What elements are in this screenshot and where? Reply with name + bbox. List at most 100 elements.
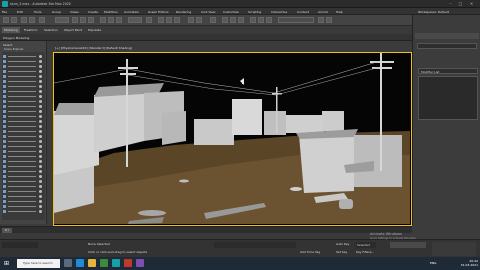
app-taskbar-icon[interactable]	[136, 259, 144, 267]
redo-icon[interactable]	[11, 17, 17, 23]
tree-row[interactable]	[3, 64, 44, 68]
move-icon[interactable]	[100, 17, 106, 23]
rendered-frame-window-icon[interactable]	[258, 17, 264, 23]
tree-row[interactable]	[3, 184, 44, 188]
modifier-list-dropdown[interactable]: Modifier List	[418, 68, 478, 74]
maximize-icon[interactable]: □	[456, 1, 465, 7]
eye-icon[interactable]	[39, 184, 42, 188]
menu-create[interactable]: Create	[88, 10, 98, 14]
windows-start-icon[interactable]: ⊞	[4, 260, 11, 267]
material-editor-icon[interactable]	[238, 17, 244, 23]
chrome-icon[interactable]	[100, 259, 108, 267]
menu-views[interactable]: Views	[70, 10, 79, 14]
menu-arnold[interactable]: Arnold	[318, 10, 328, 14]
menu-scripting[interactable]: Scripting	[248, 10, 261, 14]
gear-icon[interactable]	[326, 17, 332, 23]
tree-row[interactable]	[3, 154, 44, 158]
tree-row[interactable]	[3, 144, 44, 148]
tree-row[interactable]	[3, 124, 44, 128]
eye-icon[interactable]	[39, 129, 42, 133]
playback-controls[interactable]	[390, 242, 426, 248]
eye-icon[interactable]	[39, 109, 42, 113]
tree-row[interactable]	[3, 209, 44, 213]
undo-icon[interactable]	[3, 17, 9, 23]
tree-row[interactable]	[3, 149, 44, 153]
tree-row[interactable]	[3, 199, 44, 203]
tree-row[interactable]	[3, 139, 44, 143]
tree-row[interactable]	[3, 189, 44, 193]
tree-row[interactable]	[3, 84, 44, 88]
scene-explorer-root[interactable]: Scene Explorer	[4, 48, 24, 51]
tab-freeform[interactable]: Freeform	[22, 27, 39, 33]
select-by-name-icon[interactable]	[80, 17, 86, 23]
task-view-icon[interactable]	[64, 259, 72, 267]
menu-rendering[interactable]: Rendering	[176, 10, 191, 14]
eye-icon[interactable]	[39, 124, 42, 128]
tree-row[interactable]	[3, 179, 44, 183]
eye-icon[interactable]	[39, 209, 42, 213]
tree-row[interactable]	[3, 104, 44, 108]
tree-row[interactable]	[3, 194, 44, 198]
tree-row[interactable]	[3, 94, 44, 98]
selection-filter-dropdown[interactable]	[55, 17, 69, 23]
link-icon[interactable]	[21, 17, 27, 23]
tree-row[interactable]	[3, 99, 44, 103]
percent-snap-icon[interactable]	[174, 17, 180, 23]
menu-animation[interactable]: Animation	[124, 10, 139, 14]
eye-icon[interactable]	[39, 199, 42, 203]
viewport-label[interactable]: [+] [PhysCamera001] [Standard] [Default …	[55, 46, 132, 50]
pivot-icon[interactable]	[146, 17, 152, 23]
eye-icon[interactable]	[39, 59, 42, 63]
tree-row[interactable]	[3, 114, 44, 118]
set-key-button[interactable]: Set Key	[336, 250, 347, 254]
tree-row[interactable]	[3, 54, 44, 58]
angle-snap-icon[interactable]	[166, 17, 172, 23]
menu-group[interactable]: Group	[52, 10, 61, 14]
eye-icon[interactable]	[39, 74, 42, 78]
eye-icon[interactable]	[39, 204, 42, 208]
schematic-view-icon[interactable]	[230, 17, 236, 23]
tree-row[interactable]	[3, 204, 44, 208]
select-menu[interactable]: Select	[3, 43, 12, 47]
eye-icon[interactable]	[39, 194, 42, 198]
eye-icon[interactable]	[39, 119, 42, 123]
eye-icon[interactable]	[39, 79, 42, 83]
taskbar-search-input[interactable]: Type here to search	[17, 259, 60, 268]
tree-row[interactable]	[3, 129, 44, 133]
tree-row[interactable]	[3, 134, 44, 138]
eye-icon[interactable]	[39, 64, 42, 68]
tree-row[interactable]	[3, 159, 44, 163]
tree-row[interactable]	[3, 89, 44, 93]
command-panel-tabs[interactable]	[415, 33, 479, 39]
eye-icon[interactable]	[39, 154, 42, 158]
named-selection-sets-dropdown[interactable]	[278, 17, 314, 23]
scale-icon[interactable]	[116, 17, 122, 23]
file-explorer-icon[interactable]	[88, 259, 96, 267]
eye-icon[interactable]	[39, 99, 42, 103]
curve-editor-icon[interactable]	[222, 17, 228, 23]
eye-icon[interactable]	[39, 84, 42, 88]
taskbar-clock[interactable]: 20:42 31-03-2021	[461, 259, 478, 267]
eye-icon[interactable]	[39, 134, 42, 138]
menu-edit[interactable]: Edit	[17, 10, 23, 14]
language-indicator[interactable]: ENG	[430, 261, 436, 265]
menu-help[interactable]: Help	[336, 10, 343, 14]
tab-selection[interactable]: Selection	[42, 27, 60, 33]
eye-icon[interactable]	[39, 69, 42, 73]
tree-row[interactable]	[3, 119, 44, 123]
eye-icon[interactable]	[39, 94, 42, 98]
eye-icon[interactable]	[39, 89, 42, 93]
tree-row[interactable]	[3, 169, 44, 173]
teapot-icon[interactable]	[318, 17, 324, 23]
add-time-tag[interactable]: Add Time Tag	[300, 250, 320, 254]
tree-row[interactable]	[3, 74, 44, 78]
eye-icon[interactable]	[39, 159, 42, 163]
ribbon-sub-label[interactable]: Polygon Modeling	[3, 36, 29, 40]
menu-interactive[interactable]: Interactive	[271, 10, 287, 14]
tree-row[interactable]	[3, 59, 44, 63]
align-icon[interactable]	[196, 17, 202, 23]
menu-modifiers[interactable]: Modifiers	[104, 10, 118, 14]
tab-populate[interactable]: Populate	[86, 27, 103, 33]
app-taskbar-icon[interactable]	[124, 259, 132, 267]
tree-row[interactable]	[3, 109, 44, 113]
